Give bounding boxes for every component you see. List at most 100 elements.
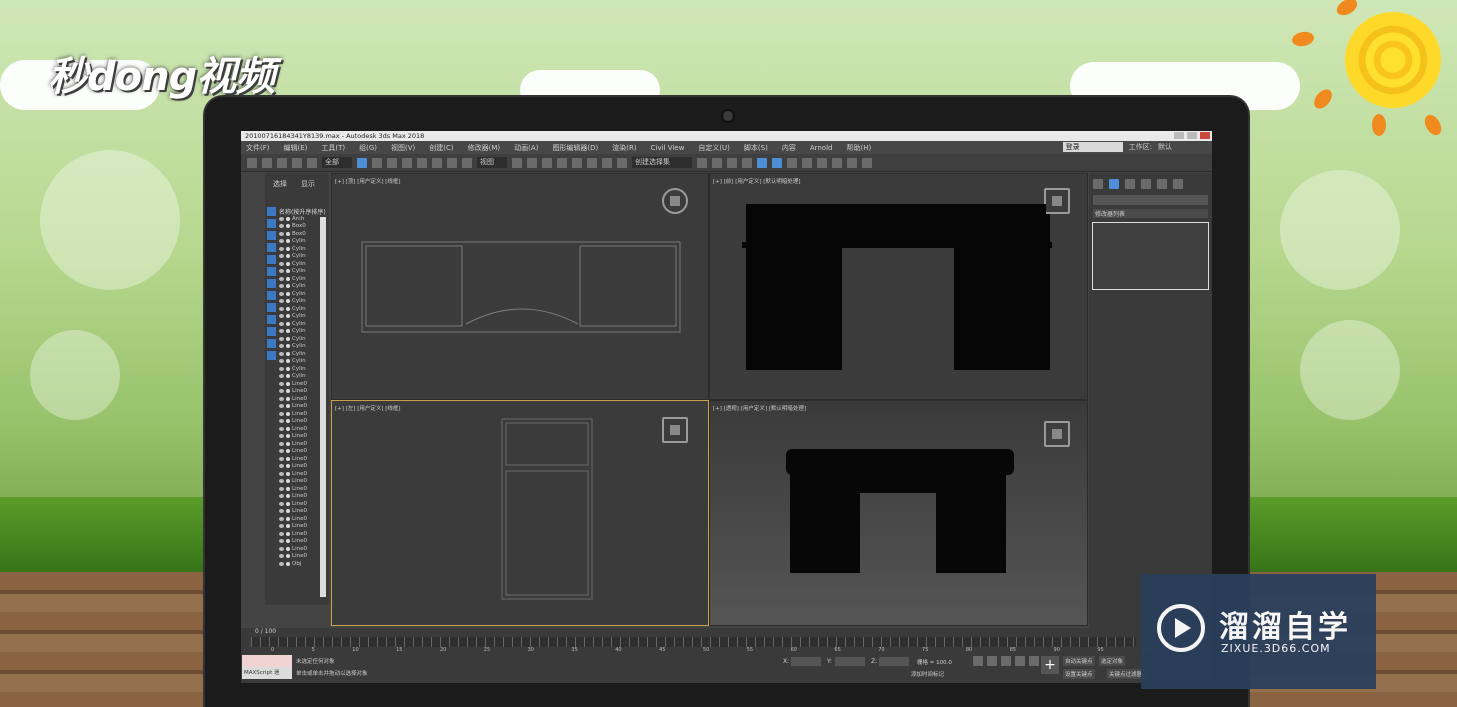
freeze-dot-icon[interactable]: [286, 321, 290, 326]
visibility-eye-icon[interactable]: [279, 449, 284, 454]
freeze-dot-icon[interactable]: [286, 231, 290, 236]
freeze-dot-icon[interactable]: [286, 261, 290, 266]
filter-icon[interactable]: [267, 351, 276, 360]
filter-icon[interactable]: [267, 327, 276, 336]
percent-snap-icon[interactable]: [587, 157, 597, 168]
tab-select[interactable]: 选择: [273, 179, 287, 189]
visibility-eye-icon[interactable]: [279, 216, 284, 221]
visibility-eye-icon[interactable]: [279, 524, 284, 529]
menu-customize[interactable]: 自定义(U): [698, 143, 730, 153]
freeze-dot-icon[interactable]: [286, 456, 290, 461]
scene-list-scrollbar[interactable]: [320, 217, 326, 597]
visibility-eye-icon[interactable]: [279, 501, 284, 506]
visibility-eye-icon[interactable]: [279, 389, 284, 394]
sign-in-dropdown[interactable]: 登录: [1062, 142, 1123, 152]
visibility-eye-icon[interactable]: [279, 329, 284, 334]
ribbon-icon[interactable]: [742, 157, 752, 168]
scene-list-header[interactable]: 名称(按升序排序): [279, 207, 329, 216]
freeze-dot-icon[interactable]: [286, 389, 290, 394]
visibility-eye-icon[interactable]: [279, 254, 284, 259]
utilities-tab-icon[interactable]: [1173, 179, 1183, 189]
visibility-eye-icon[interactable]: [279, 359, 284, 364]
visibility-eye-icon[interactable]: [279, 321, 284, 326]
freeze-dot-icon[interactable]: [286, 561, 290, 566]
visibility-eye-icon[interactable]: [279, 561, 284, 566]
go-to-start-icon[interactable]: [973, 656, 983, 666]
visibility-eye-icon[interactable]: [279, 246, 284, 251]
freeze-dot-icon[interactable]: [286, 351, 290, 356]
tab-display[interactable]: 显示: [301, 179, 315, 189]
menu-group[interactable]: 组(G): [359, 143, 377, 153]
coord-y-field[interactable]: [835, 657, 865, 666]
freeze-dot-icon[interactable]: [286, 426, 290, 431]
rendered-frame-icon[interactable]: [817, 157, 827, 168]
selection-filter-dropdown[interactable]: 全部: [322, 157, 352, 168]
viewport-front[interactable]: [+] [前] [用户定义] [默认明暗处理]: [709, 173, 1088, 400]
maxscript-mini-listener[interactable]: MAXScript 迷: [242, 667, 292, 679]
hierarchy-tab-icon[interactable]: [1125, 179, 1135, 189]
freeze-dot-icon[interactable]: [286, 464, 290, 469]
auto-key-button[interactable]: 自动关键点: [1063, 656, 1095, 666]
freeze-dot-icon[interactable]: [286, 546, 290, 551]
angle-snap-icon[interactable]: [572, 157, 582, 168]
freeze-dot-icon[interactable]: [286, 449, 290, 454]
link-icon[interactable]: [277, 157, 287, 168]
freeze-dot-icon[interactable]: [286, 216, 290, 221]
freeze-dot-icon[interactable]: [286, 344, 290, 349]
spinner-snap-icon[interactable]: [602, 157, 612, 168]
visibility-eye-icon[interactable]: [279, 269, 284, 274]
freeze-dot-icon[interactable]: [286, 336, 290, 341]
coord-x-field[interactable]: [791, 657, 821, 666]
freeze-dot-icon[interactable]: [286, 524, 290, 529]
menu-help[interactable]: 帮助(H): [846, 143, 871, 153]
scale-icon[interactable]: [447, 157, 457, 168]
schematic-view-icon[interactable]: [772, 157, 782, 168]
curve-editor-icon[interactable]: [757, 157, 767, 168]
viewport-left[interactable]: [+] [左] [用户定义] [线框]: [331, 400, 709, 626]
selected-object-dropdown[interactable]: 选定对象: [1099, 656, 1126, 666]
freeze-dot-icon[interactable]: [286, 396, 290, 401]
redo-icon[interactable]: [262, 157, 272, 168]
create-tab-icon[interactable]: [1093, 179, 1103, 189]
mirror-icon[interactable]: [697, 157, 707, 168]
visibility-eye-icon[interactable]: [279, 434, 284, 439]
visibility-eye-icon[interactable]: [279, 374, 284, 379]
visibility-eye-icon[interactable]: [279, 306, 284, 311]
filter-icon[interactable]: [267, 255, 276, 264]
next-frame-icon[interactable]: [1015, 656, 1025, 666]
render-icon[interactable]: [832, 157, 842, 168]
visibility-eye-icon[interactable]: [279, 314, 284, 319]
freeze-dot-icon[interactable]: [286, 554, 290, 559]
timeline-track[interactable]: [251, 637, 1136, 647]
maxscript-listener[interactable]: [242, 655, 292, 667]
filter-icon[interactable]: [267, 243, 276, 252]
visibility-eye-icon[interactable]: [279, 494, 284, 499]
filter-icon[interactable]: [267, 219, 276, 228]
menu-graph-editors[interactable]: 图形编辑器(D): [552, 143, 598, 153]
freeze-dot-icon[interactable]: [286, 441, 290, 446]
filter-icon[interactable]: [267, 339, 276, 348]
freeze-dot-icon[interactable]: [286, 539, 290, 544]
material-editor-icon[interactable]: [787, 157, 797, 168]
visibility-eye-icon[interactable]: [279, 546, 284, 551]
visibility-eye-icon[interactable]: [279, 509, 284, 514]
object-name-field[interactable]: [1093, 195, 1208, 205]
freeze-dot-icon[interactable]: [286, 329, 290, 334]
render-iterative-icon[interactable]: [847, 157, 857, 168]
menu-rendering[interactable]: 渲染(R): [612, 143, 636, 153]
visibility-eye-icon[interactable]: [279, 276, 284, 281]
freeze-dot-icon[interactable]: [286, 494, 290, 499]
display-tab-icon[interactable]: [1157, 179, 1167, 189]
visibility-eye-icon[interactable]: [279, 404, 284, 409]
visibility-eye-icon[interactable]: [279, 471, 284, 476]
visibility-eye-icon[interactable]: [279, 456, 284, 461]
visibility-eye-icon[interactable]: [279, 426, 284, 431]
visibility-eye-icon[interactable]: [279, 441, 284, 446]
freeze-dot-icon[interactable]: [286, 359, 290, 364]
visibility-eye-icon[interactable]: [279, 381, 284, 386]
viewport-perspective[interactable]: [+] [透视] [用户定义] [默认明暗处理]: [709, 400, 1088, 626]
manipulate-icon[interactable]: [527, 157, 537, 168]
freeze-dot-icon[interactable]: [286, 479, 290, 484]
maximize-button[interactable]: [1187, 132, 1197, 139]
menu-file[interactable]: 文件(F): [246, 143, 270, 153]
